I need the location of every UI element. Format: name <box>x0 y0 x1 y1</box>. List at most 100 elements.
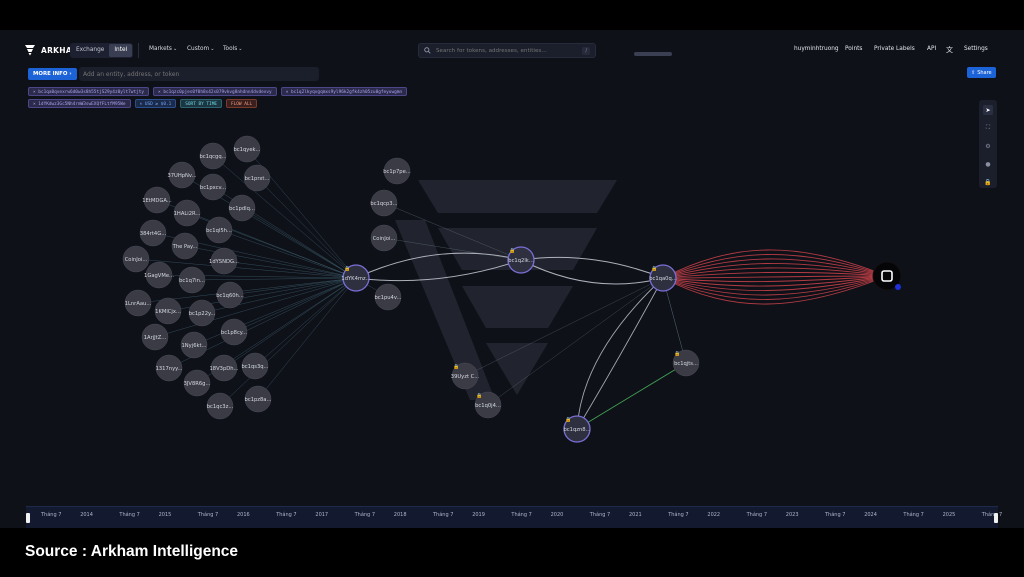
timeline-label: 2025 <box>942 512 956 518</box>
translate-icon[interactable]: 文 <box>946 45 953 55</box>
menu-custom[interactable]: Custom⌄ <box>187 46 214 52</box>
timeline-label: 2015 <box>158 512 172 518</box>
graph-node[interactable]: bc1qcp3... <box>370 189 398 217</box>
filter-chip[interactable]: × bc1q2lkyqvgqmxs9yl96k2gfk4zh05zu0gfeyu… <box>280 87 408 96</box>
menu-markets-label: Markets <box>149 46 172 52</box>
node-label: 1KMlCjx... <box>155 309 181 315</box>
graph-node[interactable]: bc1pdlq... <box>228 194 256 222</box>
graph-node[interactable]: The Pay... <box>172 232 199 260</box>
graph-node[interactable]: 1HALi2R... <box>174 199 201 227</box>
graph-node[interactable]: 1317nyy... <box>156 354 183 382</box>
timeline-label: Tháng 7 <box>276 512 297 518</box>
timeline-scroll-thumb[interactable] <box>634 52 672 56</box>
timeline-label: 2020 <box>550 512 564 518</box>
edge-line <box>254 277 357 367</box>
graph-node[interactable]: 1KMlCjx... <box>154 297 182 325</box>
graph-node[interactable]: bc1pu4v... <box>375 283 402 311</box>
graph-node[interactable]: 🔒 bc1qa0q... <box>649 264 677 292</box>
graph-node[interactable]: 1EtMDGA... <box>142 186 172 214</box>
graph-node[interactable]: 1Nyj6kt... <box>180 331 208 359</box>
graph-node[interactable]: bc1pz8a... <box>245 385 272 413</box>
exchange-node[interactable] <box>872 261 902 291</box>
graph-node[interactable]: 🔒 bc1qjts... <box>672 349 700 377</box>
circle-icon[interactable]: ● <box>983 159 993 169</box>
usd-filter-chip[interactable]: × USD ≥ $0.1 <box>134 99 177 108</box>
nav-api[interactable]: API <box>927 46 936 52</box>
menu-markets[interactable]: Markets⌄ <box>149 46 177 52</box>
graph-node[interactable]: bc1p22y... <box>189 299 216 327</box>
graph-node[interactable]: 1GagVMe... <box>144 261 174 289</box>
node-label: bc1q2lk... <box>508 258 534 264</box>
menu-tools-label: Tools <box>223 46 238 52</box>
graph-node[interactable]: bc1p7pe... <box>383 157 411 185</box>
share-button[interactable]: ⇪ Share <box>967 67 996 78</box>
graph-node[interactable]: bc1ql5h... <box>205 216 233 244</box>
search-shortcut: / <box>582 46 590 55</box>
graph-node[interactable]: 🔒 1dYK4mz... <box>341 264 371 292</box>
node-label: 1LnrAau... <box>125 301 152 307</box>
nav-points[interactable]: Points <box>845 46 862 52</box>
node-label: CoinJoi... <box>373 236 396 242</box>
filter-row-1: × bc1qa0qvexrw6d0w3s8h55tjS29y4z0ylt7wtj… <box>28 87 408 96</box>
nav-settings[interactable]: Settings <box>964 46 988 52</box>
arkham-watermark <box>395 180 617 400</box>
node-label: 37UHpNv... <box>167 173 196 179</box>
node-label: 1Nyj6kt... <box>182 343 207 349</box>
tab-exchange[interactable]: Exchange <box>71 44 109 57</box>
graph-node[interactable]: bc1prxt... <box>243 164 271 192</box>
more-info-button[interactable]: MORE INFO › <box>28 68 77 80</box>
timeline-bar[interactable]: Tháng 7 2014 Tháng 7 2015 Tháng 7 2016 Tháng 7… <box>26 506 1002 528</box>
global-search[interactable]: / <box>418 43 596 58</box>
pointer-icon[interactable]: ➤ <box>983 105 993 115</box>
filter-chip[interactable]: × 1dYKdwz3Gc5Nh4rmW3swEXQfFLtfM95We <box>28 99 131 108</box>
user-menu[interactable]: huyminhtruong <box>794 46 839 52</box>
filter-chip[interactable]: × bc1qzc0pjes0f0h8s42s079vkvg8nhdnn4dvde… <box>153 87 277 96</box>
timeline-label: 2018 <box>393 512 407 518</box>
graph-node[interactable]: 3JV8R6g... <box>184 369 211 397</box>
edge-line <box>257 277 357 400</box>
lock-icon[interactable]: 🔒 <box>983 177 993 187</box>
node-label: bc1qjts... <box>674 361 698 367</box>
flow-all-chip[interactable]: FLOW ALL <box>226 99 258 108</box>
timeline-label: 2024 <box>864 512 877 518</box>
graph-node[interactable]: 🔒 bc1qzn8... <box>563 415 591 443</box>
menu-tools[interactable]: Tools⌄ <box>223 46 242 52</box>
graph-node[interactable]: CoinJoi... <box>370 224 398 252</box>
node-label: bc1q60h... <box>216 293 244 299</box>
node-label: bc1ql5h... <box>206 228 232 234</box>
edge-line <box>576 277 664 430</box>
graph-node[interactable]: bc1qc3z... <box>207 392 234 420</box>
node-label: The Pay... <box>172 244 198 250</box>
settings-icon[interactable]: ⚙ <box>983 141 993 151</box>
graph-node[interactable]: 1dYSNDG... <box>209 247 239 275</box>
graph-node[interactable]: bc1qs3q... <box>242 352 269 380</box>
graph-node[interactable]: 37UHpNv... <box>167 161 197 189</box>
timeline-label: 2016 <box>237 512 250 518</box>
nav-private-labels[interactable]: Private Labels <box>874 46 915 52</box>
entity-input[interactable] <box>79 67 319 81</box>
graph-node[interactable]: 384rt4G... <box>139 219 167 247</box>
lock-icon: 🔒 <box>344 265 350 272</box>
search-input[interactable] <box>436 47 578 54</box>
graph-node[interactable]: CoinJoi... <box>122 245 150 273</box>
fullscreen-icon[interactable]: ⛶ <box>983 123 993 133</box>
graph-node[interactable]: 18V3pDh... <box>210 354 239 382</box>
filter-chip[interactable]: × bc1qa0qvexrw6d0w3s8h55tjS29y4z0ylt7wtj… <box>28 87 150 96</box>
node-label: CoinJoi... <box>125 257 148 263</box>
timeline-start-handle[interactable] <box>26 513 30 523</box>
tab-intel[interactable]: Intel <box>109 44 133 57</box>
node-label: bc1q0j4... <box>475 403 501 409</box>
graph-node[interactable]: 🔒 bc1q2lk... <box>507 246 535 274</box>
graph-node[interactable]: 1ArjJtZ... <box>141 323 169 351</box>
graph-node[interactable]: 🔒 bc1q0j4... <box>474 391 502 419</box>
graph-node[interactable]: bc1q7in... <box>178 266 206 294</box>
lock-icon: 🔒 <box>565 416 571 423</box>
graph-node[interactable]: bc1qcgq... <box>199 142 227 170</box>
graph-node[interactable]: bc1pxcv... <box>199 173 227 201</box>
graph-node[interactable]: bc1qyek... <box>234 135 261 163</box>
graph-node[interactable]: bc1p8cy... <box>220 318 248 346</box>
timeline-end-handle[interactable] <box>994 513 998 523</box>
sort-by-time-chip[interactable]: SORT BY TIME <box>180 99 222 108</box>
graph-node[interactable]: 1LnrAau... <box>125 289 152 317</box>
graph-node[interactable]: bc1q60h... <box>216 281 244 309</box>
